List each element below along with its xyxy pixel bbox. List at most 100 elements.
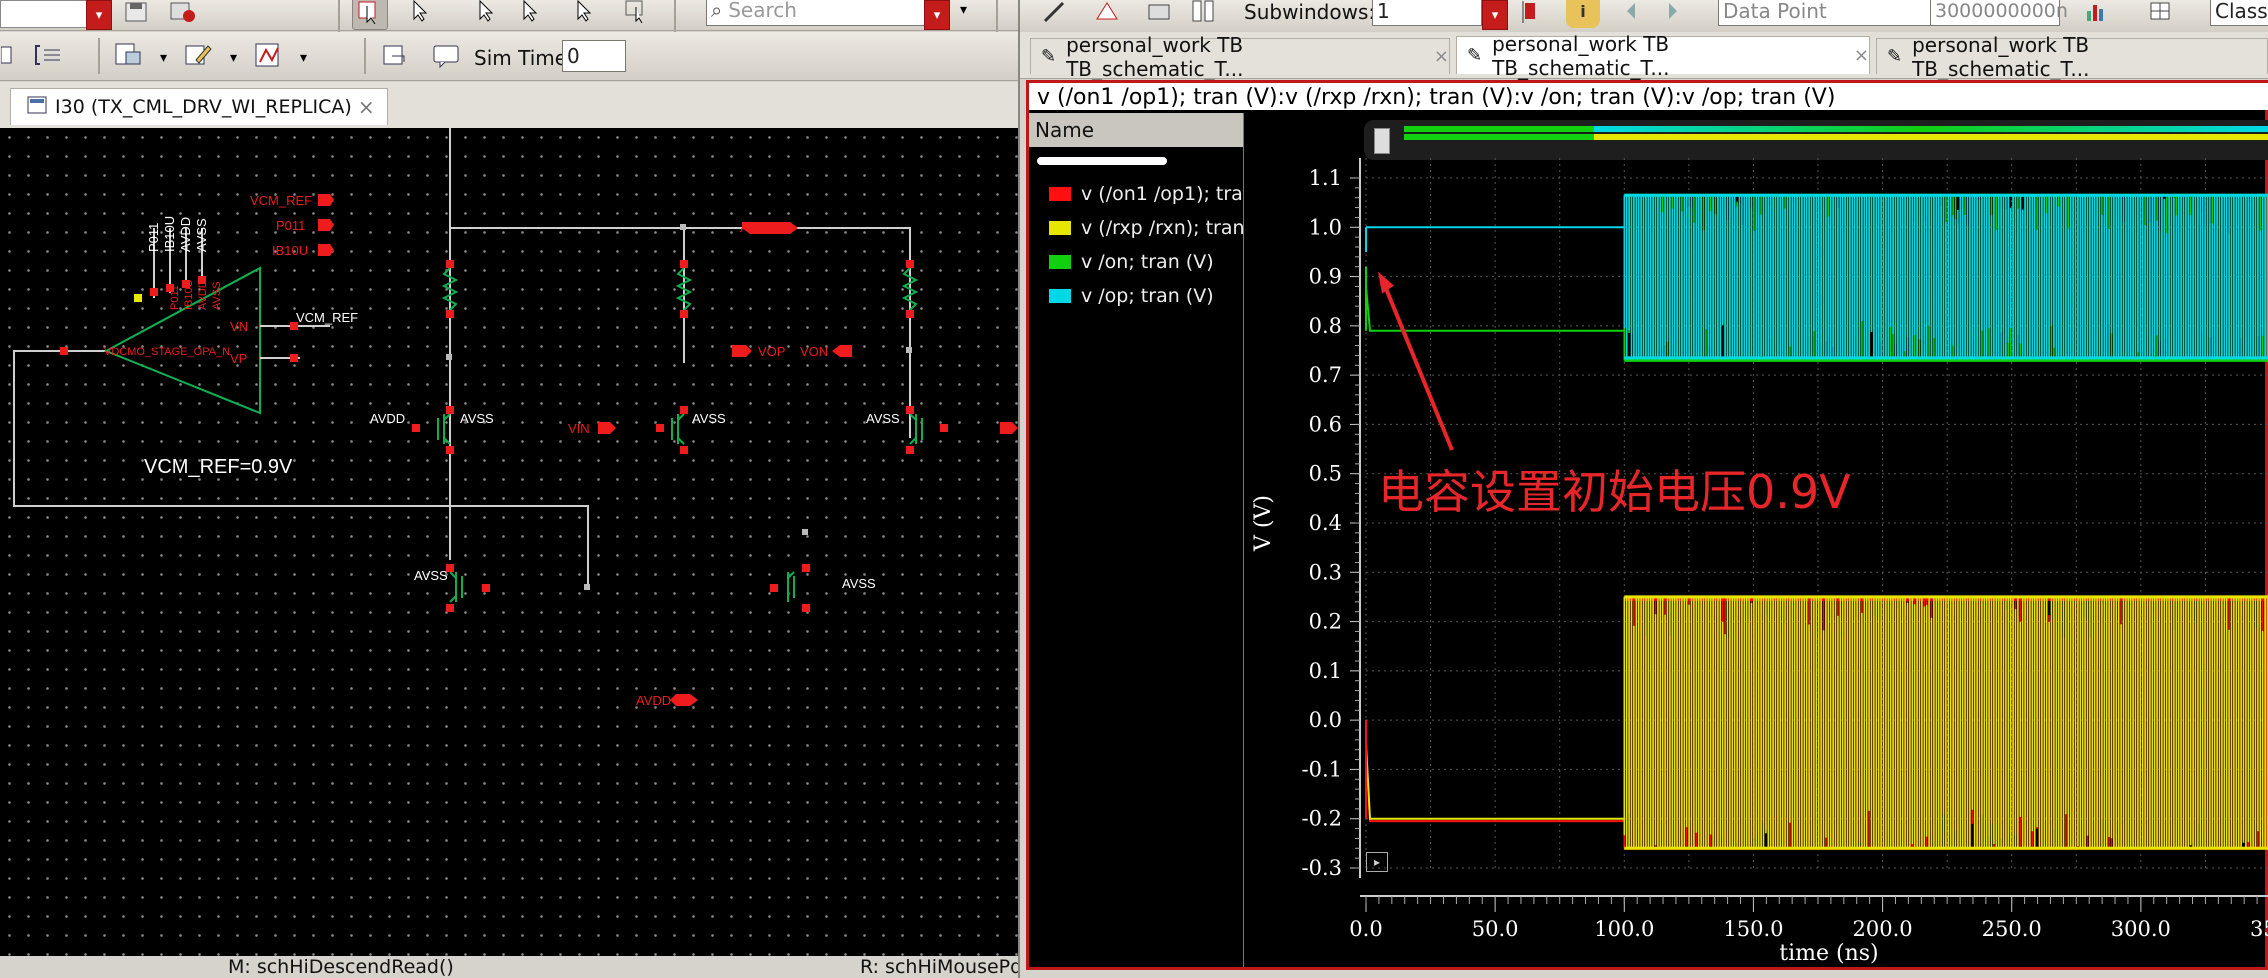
time-value-input[interactable]: 3000000000n xyxy=(1930,0,2068,26)
amp-pin-avss: AVSS xyxy=(194,218,209,252)
edit-icon[interactable] xyxy=(182,38,216,72)
pointer-plus-icon[interactable] xyxy=(512,0,546,28)
schematic-canvas[interactable]: VCM_REF P011 IB10U AVDD VOP VON VIN AVDD… xyxy=(0,128,1018,956)
chevron-down-icon[interactable]: ▾ xyxy=(300,50,307,66)
legend-scrollbar[interactable] xyxy=(1037,157,1167,165)
marker-icon[interactable] xyxy=(1090,0,1124,28)
avss-label-2: AVSS xyxy=(692,411,726,426)
swatch xyxy=(1049,221,1071,235)
search-dropdown-button[interactable]: ▾ xyxy=(924,0,950,30)
avdd-bottom-label: AVDD xyxy=(636,693,671,708)
search-input[interactable]: ⌕ Search xyxy=(706,0,936,26)
tab-label: personal_work TB TB_schematic_T... xyxy=(1492,31,1670,80)
schematic-tab-bar: I30 (TX_CML_DRV_WI_REPLICA) × xyxy=(0,82,1018,129)
legend-label: v (/rxp /rxn); tran xyxy=(1081,217,1245,239)
cellview-combo[interactable] xyxy=(0,0,88,28)
select-mode-icon[interactable] xyxy=(352,0,388,30)
overview-scrollbar[interactable] xyxy=(1364,120,2268,160)
search-placeholder: Search xyxy=(728,0,797,22)
legend-label: v /op; tran (V) xyxy=(1081,285,1214,307)
legend-item[interactable]: v (/on1 /op1); tra xyxy=(1049,183,1243,205)
hierarchy-icon[interactable] xyxy=(0,38,28,72)
tab-schematic[interactable]: I30 (TX_CML_DRV_WI_REPLICA) × xyxy=(10,88,388,125)
trace-legend: Name v (/on1 /op1); tra v (/rxp /rxn); t… xyxy=(1029,113,1245,967)
amp-inst-p011: P011 xyxy=(169,285,181,310)
subwindows-dropdown-button[interactable]: ▾ xyxy=(1482,0,1508,30)
simulate-icon[interactable] xyxy=(380,38,414,72)
class-select[interactable]: Class xyxy=(2210,0,2268,26)
pin-vcm-ref: VCM_REF xyxy=(250,193,312,208)
split-window-icon[interactable] xyxy=(1186,0,1220,28)
sim-time-label: Sim Time xyxy=(474,46,568,70)
avss-label-3: AVSS xyxy=(866,411,900,426)
check-save-icon[interactable] xyxy=(166,0,200,30)
area-select-icon[interactable] xyxy=(620,0,654,28)
schematic-drawing: VCM_REF P011 IB10U AVDD VOP VON VIN AVDD… xyxy=(13,128,1018,708)
sim-time-input[interactable]: 0 xyxy=(562,40,626,72)
undo-icon[interactable] xyxy=(1618,0,1652,28)
swatch xyxy=(1049,289,1071,303)
avdd-top-label: AVDD xyxy=(740,220,775,235)
close-icon[interactable]: × xyxy=(358,95,375,119)
flag-icon[interactable] xyxy=(1514,0,1548,28)
annotation-text: 电容设置初始电压0.9V xyxy=(1378,465,1851,519)
amp-name-label: VDCMO_STAGE_OPA_N xyxy=(104,346,230,358)
chevron-down-icon[interactable]: ▾ xyxy=(160,50,167,66)
amp-inst-avss: AVSS xyxy=(211,281,223,310)
avss-label-5: AVSS xyxy=(842,576,876,591)
overview-handle[interactable] xyxy=(1374,128,1390,154)
close-icon[interactable]: × xyxy=(1854,45,1869,66)
amp-inst-ib10u: IB10U xyxy=(183,279,195,310)
schematic-toolbar-top: ▾ ⌕ Search ▾ ▾ xyxy=(0,0,1018,32)
cursor-icon[interactable] xyxy=(1038,0,1072,28)
amp-vn-label: VN xyxy=(230,319,248,334)
comment-icon[interactable] xyxy=(430,38,464,72)
cellview-dropdown-button[interactable]: ▾ xyxy=(86,0,112,30)
amp-pin-avdd: AVDD xyxy=(178,217,193,252)
select-pointer-icon[interactable] xyxy=(402,0,436,28)
wire-icon[interactable] xyxy=(252,38,286,72)
legend-label: v (/on1 /op1); tra xyxy=(1081,183,1243,205)
tab-waveform-2[interactable]: ✎ personal_work TB TB_schematic_T... × xyxy=(1456,32,1870,80)
legend-item[interactable]: v /op; tran (V) xyxy=(1049,285,1214,307)
swatch xyxy=(1049,187,1071,201)
close-icon[interactable]: × xyxy=(1434,46,1449,67)
expand-icon[interactable]: ▸ xyxy=(1366,852,1388,872)
von-label: VON xyxy=(800,344,828,359)
avss-label-4: AVSS xyxy=(414,568,448,583)
overview-trace-top xyxy=(1404,126,2268,132)
legend-item[interactable]: v (/rxp /rxn); tran xyxy=(1049,217,1245,239)
info-icon[interactable]: i xyxy=(1566,0,1600,28)
chevron-down-icon[interactable]: ▾ xyxy=(960,2,967,18)
amp-pin-ib10u: IB10U xyxy=(162,216,177,252)
print-icon[interactable] xyxy=(1142,0,1176,28)
subwindows-input[interactable]: 1 xyxy=(1372,0,1482,26)
grid-icon[interactable] xyxy=(2144,0,2178,28)
property-icon[interactable] xyxy=(32,38,66,72)
chevron-down-icon[interactable]: ▾ xyxy=(230,50,237,66)
data-point-select[interactable]: Data Point xyxy=(1718,0,1934,26)
class-label: Class xyxy=(2215,0,2268,23)
pointer-minus-icon[interactable] xyxy=(566,0,600,28)
amp-inst-avdd: AVDD xyxy=(197,280,209,310)
tab-waveform-3[interactable]: ✎ personal_work TB TB_schematic_T... xyxy=(1876,33,2268,81)
amp-pin-p011: P011 xyxy=(146,223,161,252)
schematic-toolbar-second: ▾ ▾ ▾ Sim Time 0 xyxy=(0,32,1018,81)
subwindows-label: Subwindows: xyxy=(1244,0,1376,24)
search-icon: ⌕ xyxy=(711,0,723,22)
redo-icon[interactable] xyxy=(1652,0,1686,28)
status-right-text: R: schHiMousePd xyxy=(860,956,1023,978)
data-point-label: Data Point xyxy=(1723,0,1827,23)
legend-label: v /on; tran (V) xyxy=(1081,251,1214,273)
legend-item[interactable]: v /on; tran (V) xyxy=(1049,251,1214,273)
descend-icon[interactable] xyxy=(112,38,146,72)
pointer-icon[interactable] xyxy=(468,0,502,28)
pin-ib10u: IB10U xyxy=(272,243,308,258)
tab-label: personal_work TB TB_schematic_T... xyxy=(1912,32,2090,81)
save-icon[interactable] xyxy=(120,0,154,30)
tab-waveform-1[interactable]: ✎ personal_work TB TB_schematic_T... × xyxy=(1030,33,1450,81)
bar-chart-icon[interactable] xyxy=(2080,0,2114,28)
tab-label: I30 (TX_CML_DRV_WI_REPLICA) xyxy=(55,96,352,118)
trace-expression-title: v (/on1 /op1); tran (V):v (/rxp /rxn); t… xyxy=(1026,80,2268,110)
overview-trace-bottom xyxy=(1404,134,2268,140)
